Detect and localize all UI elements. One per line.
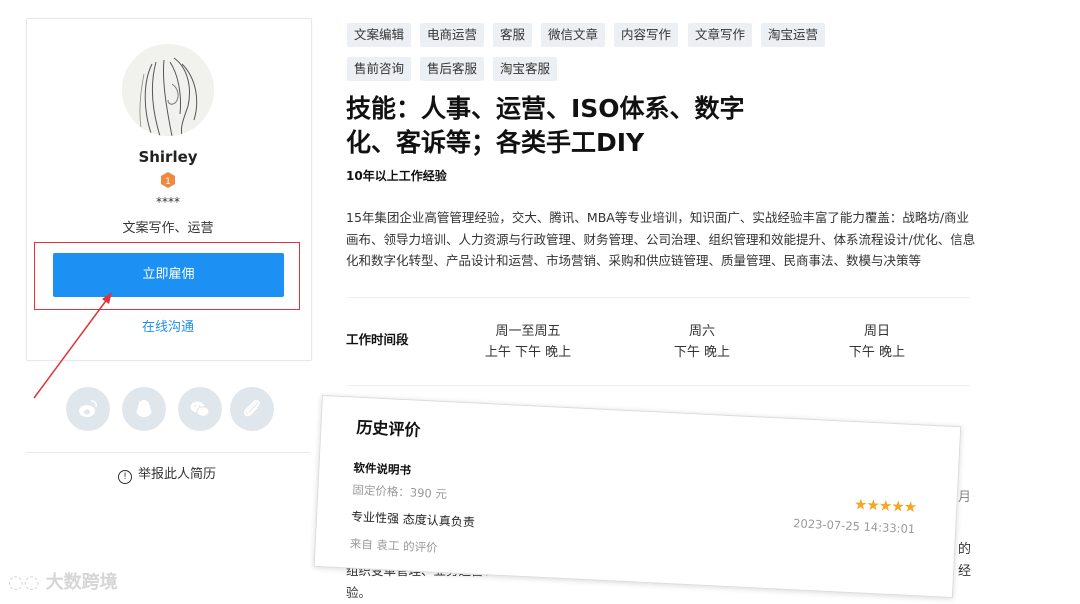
watermark-logo-icon: ◌◌ bbox=[8, 572, 46, 593]
work-time-sunday: 周日 下午 晚上 bbox=[817, 321, 937, 363]
profile-description: 15年集团企业高管管理经验，交大、腾讯、MBA等专业培训，知识面广、实战经验丰富… bbox=[346, 210, 976, 268]
watermark-text: 大数跨境 bbox=[45, 572, 118, 593]
headline: 技能：人事、运营、ISO体系、数字化、客诉等；各类手工DIY bbox=[346, 94, 745, 157]
work-days: 周六 bbox=[688, 324, 715, 339]
report-resume-link[interactable]: ! 举报此人简历 bbox=[118, 463, 216, 484]
work-slots: 下午 晚上 bbox=[673, 345, 731, 360]
work-slots: 上午 下午 晚上 bbox=[484, 345, 572, 360]
review-section-title: 历史评价 bbox=[356, 417, 421, 440]
work-time-weekdays: 周一至周五 上午 下午 晚上 bbox=[468, 321, 588, 363]
work-days: 周日 bbox=[863, 324, 890, 339]
paperclip-icon bbox=[244, 399, 260, 417]
svg-text:1: 1 bbox=[165, 177, 171, 187]
rating-masked: **** bbox=[156, 195, 180, 209]
review-author: 来自 袁工 的评价 bbox=[349, 536, 438, 555]
profile-role: 文案写作、运营 bbox=[122, 221, 214, 236]
review-comment: 专业性强 态度认真负责 bbox=[350, 509, 476, 530]
review-product-name[interactable]: 软件说明书 bbox=[353, 460, 411, 479]
avatar[interactable] bbox=[122, 44, 214, 136]
tag[interactable]: 客服 bbox=[493, 23, 533, 47]
partial-text: 的 bbox=[958, 542, 972, 557]
wechat-share-button[interactable] bbox=[178, 387, 222, 431]
tag[interactable]: 淘宝运营 bbox=[761, 23, 826, 47]
tag[interactable]: 微信文章 bbox=[541, 23, 606, 47]
tag[interactable]: 内容写作 bbox=[614, 23, 679, 47]
profile-name: Shirley bbox=[138, 148, 198, 166]
divider bbox=[26, 452, 310, 453]
work-days: 周一至周五 bbox=[495, 324, 561, 339]
online-chat-link[interactable]: 在线沟通 bbox=[26, 316, 310, 335]
review-price: 固定价格：390 元 bbox=[352, 482, 448, 502]
review-stars-icon: ★★★★★ bbox=[853, 495, 917, 517]
partial-text: 月 bbox=[958, 490, 972, 505]
report-label: 举报此人简历 bbox=[138, 467, 217, 482]
qq-share-button[interactable] bbox=[122, 387, 166, 431]
wechat-icon bbox=[190, 401, 210, 417]
divider bbox=[346, 385, 970, 386]
review-time: 2023-07-25 14:33:01 bbox=[792, 516, 916, 537]
review-card: 历史评价 软件说明书 固定价格：390 元 专业性强 态度认真负责 来自 袁工 … bbox=[313, 395, 962, 599]
attachment-share-button[interactable] bbox=[230, 387, 274, 431]
tag[interactable]: 电商运营 bbox=[420, 23, 485, 47]
annotation-arrow-icon bbox=[33, 292, 112, 399]
watermark: ◌◌ 大数跨境 bbox=[8, 568, 118, 594]
weibo-share-button[interactable] bbox=[66, 387, 110, 431]
tag[interactable]: 售前咨询 bbox=[347, 57, 412, 81]
work-time-label: 工作时间段 bbox=[346, 332, 409, 347]
work-slots: 下午 晚上 bbox=[848, 345, 906, 360]
tag[interactable]: 文案编辑 bbox=[347, 23, 412, 47]
level-badge-icon: 1 bbox=[161, 172, 175, 188]
experience-years: 10年以上工作经验 bbox=[346, 169, 447, 183]
qq-icon bbox=[136, 400, 152, 417]
tag[interactable]: 售后客服 bbox=[420, 57, 485, 81]
work-time-saturday: 周六 下午 晚上 bbox=[642, 321, 762, 363]
divider bbox=[346, 297, 970, 298]
weibo-icon bbox=[79, 400, 98, 417]
tag[interactable]: 文章写作 bbox=[688, 23, 753, 47]
tag[interactable]: 淘宝客服 bbox=[493, 57, 558, 81]
info-circle-icon: ! bbox=[118, 470, 132, 484]
